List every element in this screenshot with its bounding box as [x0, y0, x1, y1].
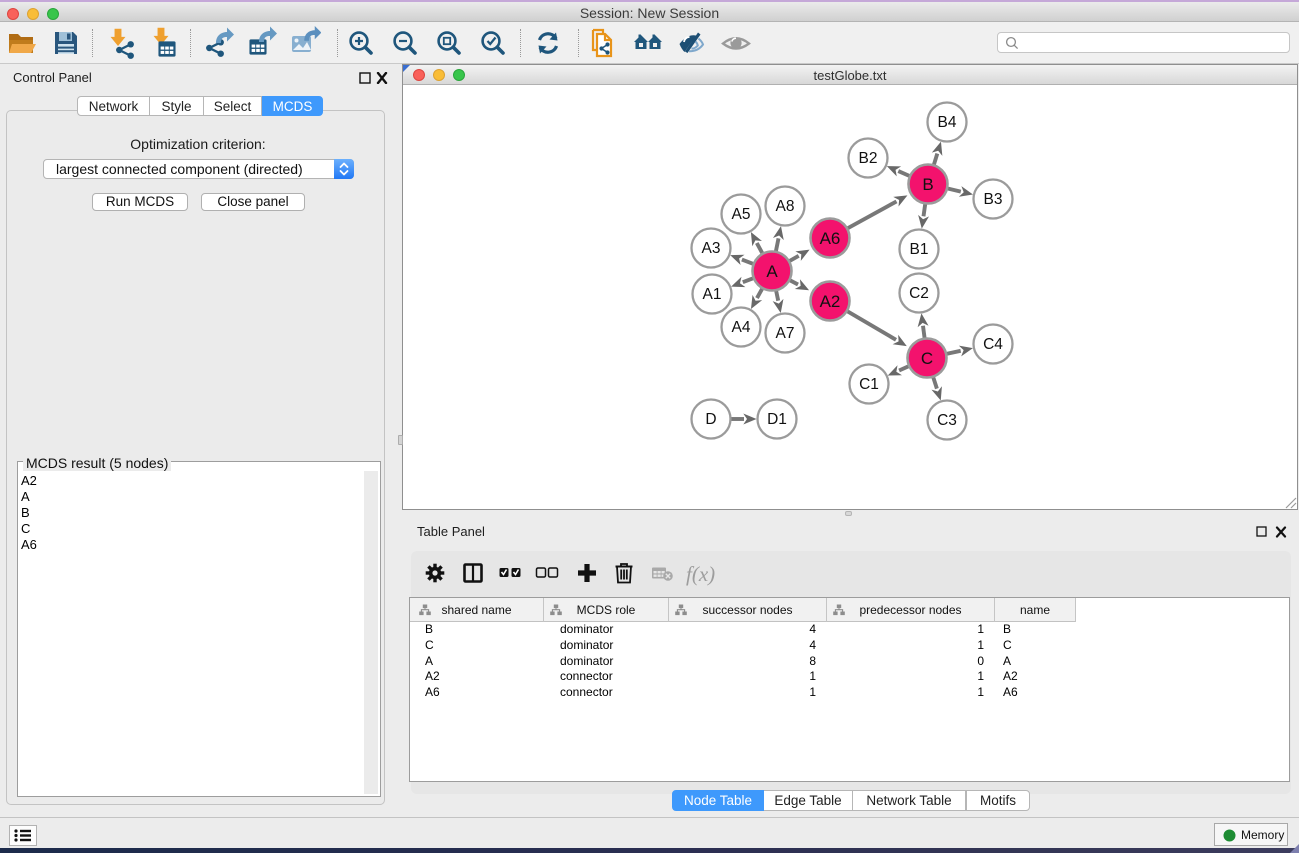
svg-text:B1: B1 — [910, 241, 929, 258]
svg-text:B: B — [922, 175, 933, 194]
svg-text:A2: A2 — [820, 292, 841, 311]
svg-text:C3: C3 — [937, 412, 957, 429]
svg-text:B2: B2 — [859, 150, 878, 167]
svg-text:C1: C1 — [859, 376, 879, 393]
svg-text:C: C — [921, 349, 933, 368]
svg-text:A4: A4 — [732, 319, 751, 336]
svg-text:C4: C4 — [983, 336, 1003, 353]
svg-text:A5: A5 — [732, 206, 751, 223]
svg-text:C2: C2 — [909, 285, 929, 302]
svg-text:A8: A8 — [776, 198, 795, 215]
svg-text:A: A — [766, 262, 778, 281]
svg-text:B3: B3 — [984, 191, 1003, 208]
svg-text:A1: A1 — [703, 286, 722, 303]
svg-text:A3: A3 — [702, 240, 721, 257]
svg-text:D1: D1 — [767, 411, 787, 428]
svg-text:D: D — [705, 411, 716, 428]
svg-text:A7: A7 — [776, 325, 795, 342]
svg-text:B4: B4 — [938, 114, 957, 131]
svg-text:A6: A6 — [820, 229, 841, 248]
